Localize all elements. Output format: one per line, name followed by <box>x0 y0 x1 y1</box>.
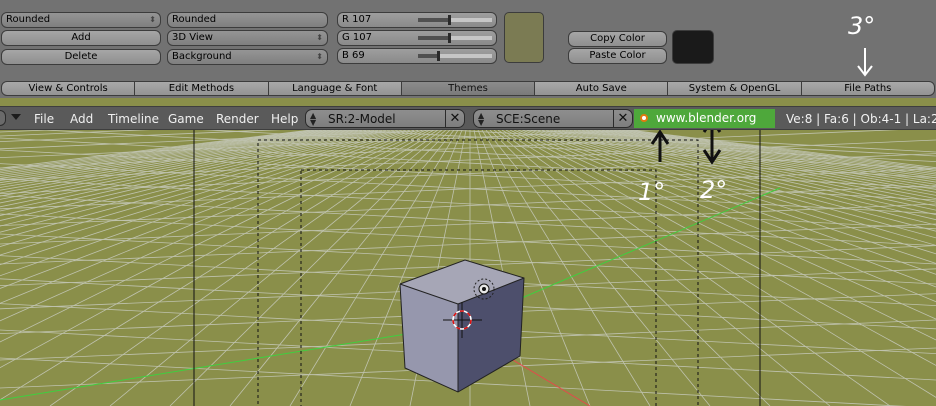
menu-help[interactable]: Help <box>271 111 298 127</box>
color-swatch[interactable] <box>504 12 544 63</box>
tab-file-paths[interactable]: File Paths <box>801 81 935 96</box>
info-header: File Add Timeline Game Render Help ▲ ▼ SR… <box>0 106 936 144</box>
red-value: R 107 <box>342 14 372 25</box>
green-slider[interactable]: G 107 <box>337 30 497 46</box>
tab-auto-save[interactable]: Auto Save <box>535 81 669 96</box>
copy-color-button[interactable]: Copy Color <box>568 31 667 47</box>
blue-knob[interactable] <box>437 51 441 61</box>
tab-system-opengl[interactable]: System & OpenGL <box>668 81 802 96</box>
close-icon[interactable]: ✕ <box>445 110 464 127</box>
screen-selector[interactable]: ▲ ▼ SR:2-Model ✕ <box>305 109 465 128</box>
scene-name[interactable]: SCE:Scene <box>496 112 560 126</box>
updown-arrows-icon: ⬍ <box>149 15 156 24</box>
tab-themes[interactable]: Themes <box>401 81 536 96</box>
blue-slider[interactable]: B 69 <box>337 48 497 64</box>
3d-viewport[interactable]: 1° 2° <box>0 130 936 406</box>
window-style-select[interactable]: Rounded ⬍ <box>1 12 161 28</box>
updown-arrows-icon: ⬍ <box>316 33 323 42</box>
red-fill <box>418 18 450 22</box>
green-value: G 107 <box>342 32 373 43</box>
annotation-third: 3° <box>848 12 876 40</box>
add-theme-button[interactable]: Add <box>1 30 161 46</box>
red-knob[interactable] <box>448 15 452 25</box>
menu-timeline[interactable]: Timeline <box>108 111 159 127</box>
close-icon[interactable]: ✕ <box>613 110 632 127</box>
menu-render[interactable]: Render <box>216 111 259 127</box>
updown-arrows-icon[interactable]: ▲ ▼ <box>310 112 316 127</box>
tab-view-controls[interactable]: View & Controls <box>1 81 136 96</box>
screen-name[interactable]: SR:2-Model <box>328 112 396 126</box>
window-style-label: Rounded <box>6 14 51 25</box>
menu-add[interactable]: Add <box>70 111 93 127</box>
updown-arrows-icon[interactable]: ▲ ▼ <box>478 112 484 127</box>
space-type-label: 3D View <box>172 32 213 43</box>
ui-style-select[interactable]: Rounded <box>167 12 328 28</box>
blender-website-link[interactable]: www.blender.org 242 <box>634 109 775 144</box>
window-type-button[interactable] <box>0 110 6 126</box>
annotation-arrow-down-icon <box>857 48 873 77</box>
blue-fill <box>418 54 439 58</box>
tab-edit-methods[interactable]: Edit Methods <box>135 81 269 96</box>
collapse-menu-icon[interactable] <box>11 114 21 120</box>
blender-logo-icon <box>640 114 648 122</box>
theme-element-select[interactable]: Background ⬍ <box>167 49 328 65</box>
scene-selector[interactable]: ▲ ▼ SCE:Scene ✕ <box>473 109 633 128</box>
tab-language-font[interactable]: Language & Font <box>268 81 402 96</box>
annotation-second: 2° <box>700 176 727 204</box>
delete-theme-button[interactable]: Delete <box>1 49 161 65</box>
user-preferences-panel: Rounded ⬍ Add Delete Rounded 3D View ⬍ B… <box>0 0 936 98</box>
updown-arrows-icon: ⬍ <box>316 52 323 61</box>
clipboard-color-swatch <box>672 30 714 64</box>
blue-value: B 69 <box>342 50 365 61</box>
preferences-tabs: View & Controls Edit Methods Language & … <box>1 81 935 96</box>
red-slider[interactable]: R 107 <box>337 12 497 28</box>
menu-file[interactable]: File <box>34 111 54 127</box>
menu-game[interactable]: Game <box>168 111 204 127</box>
paste-color-button[interactable]: Paste Color <box>568 48 667 64</box>
green-fill <box>418 36 450 40</box>
annotation-first: 1° <box>638 178 665 206</box>
space-type-select[interactable]: 3D View ⬍ <box>167 30 328 46</box>
green-knob[interactable] <box>448 33 452 43</box>
scene-statistics: Ve:8 | Fa:6 | Ob:4-1 | La:2 <box>786 112 936 126</box>
theme-element-label: Background <box>172 51 232 62</box>
